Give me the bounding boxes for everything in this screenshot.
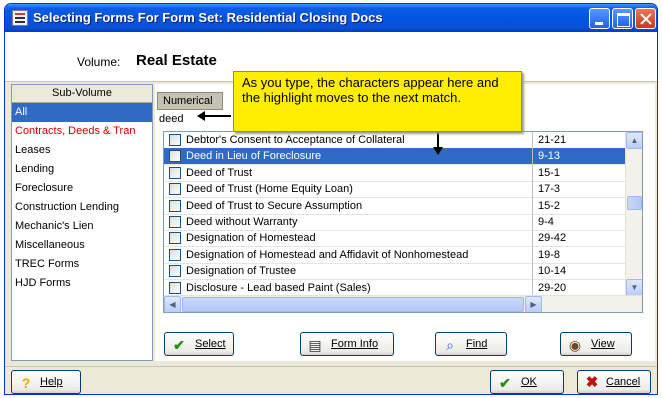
dialog-window: Selecting Forms For Form Set: Residentia…	[4, 3, 658, 395]
view-button-label: View	[591, 338, 615, 350]
check-icon: ✔	[499, 375, 511, 391]
ok-button-label: OK	[521, 376, 537, 388]
form-checkbox[interactable]	[169, 265, 181, 278]
tooltip-callout: As you type, the characters appear here …	[233, 71, 522, 132]
subvolume-item[interactable]: Foreclosure	[12, 179, 152, 198]
horizontal-scroll-thumb[interactable]	[182, 297, 524, 312]
form-number: 29-20	[538, 281, 567, 294]
form-checkbox[interactable]	[169, 281, 181, 294]
select-button[interactable]: ✔ Select	[164, 332, 234, 356]
forms-grid: Debtor's Consent to Acceptance of Collat…	[163, 131, 643, 313]
form-checkbox[interactable]	[169, 134, 181, 146]
volume-label: Volume:	[77, 55, 121, 69]
footer-divider	[5, 366, 657, 367]
subvolume-item[interactable]: Leases	[12, 141, 152, 160]
cancel-button[interactable]: ✖ Cancel	[577, 370, 651, 394]
subvolume-item[interactable]: Miscellaneous	[12, 236, 152, 255]
form-number: 9-13	[538, 150, 561, 163]
scroll-up-button[interactable]: ▲	[626, 132, 642, 149]
form-info-icon: ▤	[308, 337, 322, 353]
form-number: 21-21	[538, 134, 567, 146]
form-name: Disclosure - Lead based Paint (Sales)	[186, 281, 371, 294]
subvolume-item[interactable]: TREC Forms	[12, 255, 152, 274]
form-name: Deed of Trust to Secure Assumption	[186, 199, 363, 212]
vertical-scrollbar[interactable]: ▲ ▼	[625, 132, 642, 296]
form-number: 15-1	[538, 166, 561, 179]
form-name: Designation of Homestead	[186, 232, 316, 245]
form-name: Debtor's Consent to Acceptance of Collat…	[186, 134, 405, 146]
form-info-button[interactable]: ▤ Form Info	[300, 332, 394, 356]
tab-numerical[interactable]: Numerical	[157, 92, 223, 110]
horizontal-scrollbar[interactable]: ◀ ▶	[164, 295, 642, 312]
subvolume-item[interactable]: Contracts, Deeds & Tran	[12, 122, 152, 141]
form-checkbox[interactable]	[169, 166, 181, 179]
form-row[interactable]: Debtor's Consent to Acceptance of Collat…	[164, 132, 626, 149]
form-checkbox[interactable]	[169, 248, 181, 261]
subvolume-item[interactable]: Mechanic's Lien	[12, 217, 152, 236]
form-row[interactable]: Designation of Homestead and Affidavit o…	[164, 247, 626, 264]
subvolume-list: Sub-Volume All Contracts, Deeds & Tran Lea…	[11, 84, 153, 361]
form-name: Deed of Trust (Home Equity Loan)	[186, 183, 353, 196]
magnifier-icon: ⌕	[446, 337, 454, 353]
view-icon: ◉	[568, 337, 582, 353]
scroll-down-button[interactable]: ▼	[626, 279, 642, 296]
help-button-label: Help	[40, 376, 63, 388]
form-number: 15-2	[538, 199, 561, 212]
ok-button[interactable]: ✔ OK	[490, 370, 564, 394]
find-button[interactable]: ⌕ Find	[435, 332, 507, 356]
check-icon: ✔	[173, 337, 185, 353]
form-name: Designation of Homestead and Affidavit o…	[186, 248, 469, 261]
form-name: Deed without Warranty	[186, 216, 298, 228]
window-title: Selecting Forms For Form Set: Residentia…	[33, 10, 383, 25]
column-divider	[532, 132, 533, 312]
minimize-button[interactable]	[589, 8, 610, 29]
subvolume-item[interactable]: Construction Lending	[12, 198, 152, 217]
form-number: 19-8	[538, 248, 561, 261]
form-name: Deed in Lieu of Foreclosure	[186, 150, 322, 163]
form-checkbox[interactable]	[169, 232, 181, 245]
form-number: 29-42	[538, 232, 567, 245]
subvolume-item[interactable]: HJD Forms	[12, 274, 152, 293]
view-button[interactable]: ◉ View	[560, 332, 632, 356]
form-info-button-label: Form Info	[331, 338, 379, 350]
form-name: Deed of Trust	[186, 166, 253, 179]
form-row[interactable]: Deed without Warranty 9-4	[164, 214, 626, 231]
form-row[interactable]: Deed of Trust (Home Equity Loan) 17-3	[164, 181, 626, 199]
cancel-button-label: Cancel	[606, 376, 641, 388]
callout-text: As you type, the characters appear here …	[242, 75, 499, 105]
form-checkbox[interactable]	[169, 150, 181, 163]
close-button[interactable]	[635, 8, 656, 29]
form-number: 9-4	[538, 216, 554, 228]
form-row[interactable]: Designation of Trustee 10-14	[164, 263, 626, 281]
form-row[interactable]: Deed in Lieu of Foreclosure 9-13	[164, 148, 626, 166]
question-mark-icon: ?	[21, 375, 31, 391]
title-bar: Selecting Forms For Form Set: Residentia…	[5, 4, 657, 32]
form-row[interactable]: Deed of Trust 15-1	[164, 165, 626, 182]
subvolume-item[interactable]: Lending	[12, 160, 152, 179]
maximize-button[interactable]	[612, 8, 633, 29]
volume-value: Real Estate	[136, 52, 217, 69]
scroll-thumb[interactable]	[627, 196, 642, 210]
x-icon: ✖	[585, 374, 599, 391]
form-checkbox[interactable]	[169, 183, 181, 196]
form-number: 10-14	[538, 265, 567, 278]
form-set-icon	[12, 10, 28, 26]
form-row[interactable]: Deed of Trust to Secure Assumption 15-2	[164, 198, 626, 215]
scroll-left-button[interactable]: ◀	[164, 296, 181, 312]
find-button-label: Find	[466, 338, 488, 350]
form-checkbox[interactable]	[169, 216, 181, 228]
form-name: Designation of Trustee	[186, 265, 297, 278]
search-input[interactable]: deed	[159, 111, 199, 128]
scroll-right-button[interactable]: ▶	[525, 296, 542, 312]
help-button[interactable]: ? Help	[11, 370, 81, 394]
subvolume-header: Sub-Volume	[12, 85, 152, 103]
select-button-label: Select	[195, 338, 226, 350]
form-checkbox[interactable]	[169, 199, 181, 212]
form-number: 17-3	[538, 183, 561, 196]
subvolume-item[interactable]: All	[12, 103, 152, 122]
form-row[interactable]: Designation of Homestead 29-42	[164, 230, 626, 248]
